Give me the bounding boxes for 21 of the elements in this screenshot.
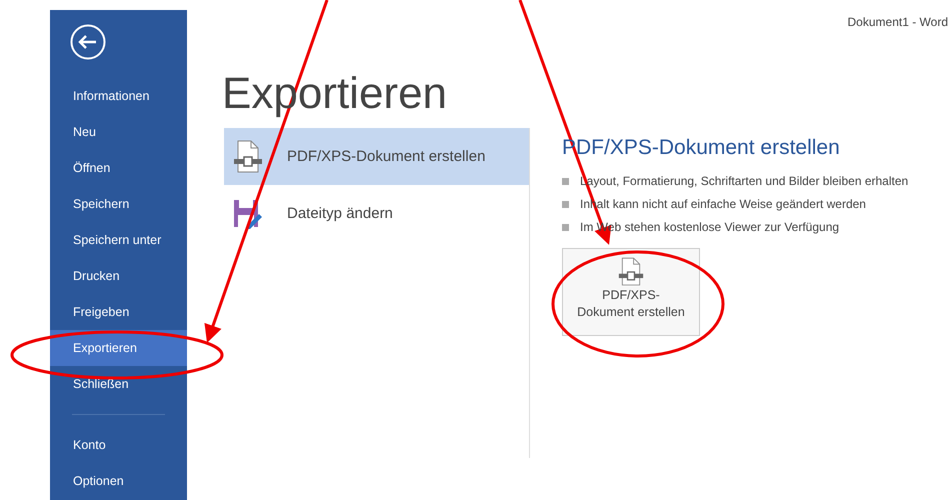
window-title: Dokument1 - Word (848, 14, 948, 31)
create-pdf-button[interactable]: PDF/XPS- Dokument erstellen (562, 248, 700, 336)
sidebar-item[interactable]: Schließen (50, 366, 187, 402)
sidebar-item[interactable]: Öffnen (50, 150, 187, 186)
sidebar-item[interactable]: Speichern unter (50, 222, 187, 258)
sidebar-item[interactable]: Drucken (50, 258, 187, 294)
bullet-icon (562, 178, 569, 185)
sidebar-item[interactable]: Speichern (50, 186, 187, 222)
sidebar-item[interactable]: Optionen (50, 463, 187, 499)
document-icon (618, 256, 644, 287)
export-option[interactable]: PDF/XPS-Dokument erstellen (224, 128, 529, 186)
bullet-icon (562, 200, 569, 208)
back-button[interactable] (70, 24, 106, 60)
document-icon (233, 140, 263, 174)
export-option[interactable]: Dateityp ändern (224, 185, 529, 242)
sidebar-item[interactable]: Freigeben (50, 294, 187, 330)
sidebar-item[interactable]: Exportieren (50, 330, 187, 366)
sidebar-item[interactable]: Konto (50, 427, 187, 463)
bullet-icon (562, 224, 569, 231)
sidebar-item[interactable]: Informationen (50, 78, 187, 114)
sidebar-item[interactable]: Neu (50, 114, 187, 150)
